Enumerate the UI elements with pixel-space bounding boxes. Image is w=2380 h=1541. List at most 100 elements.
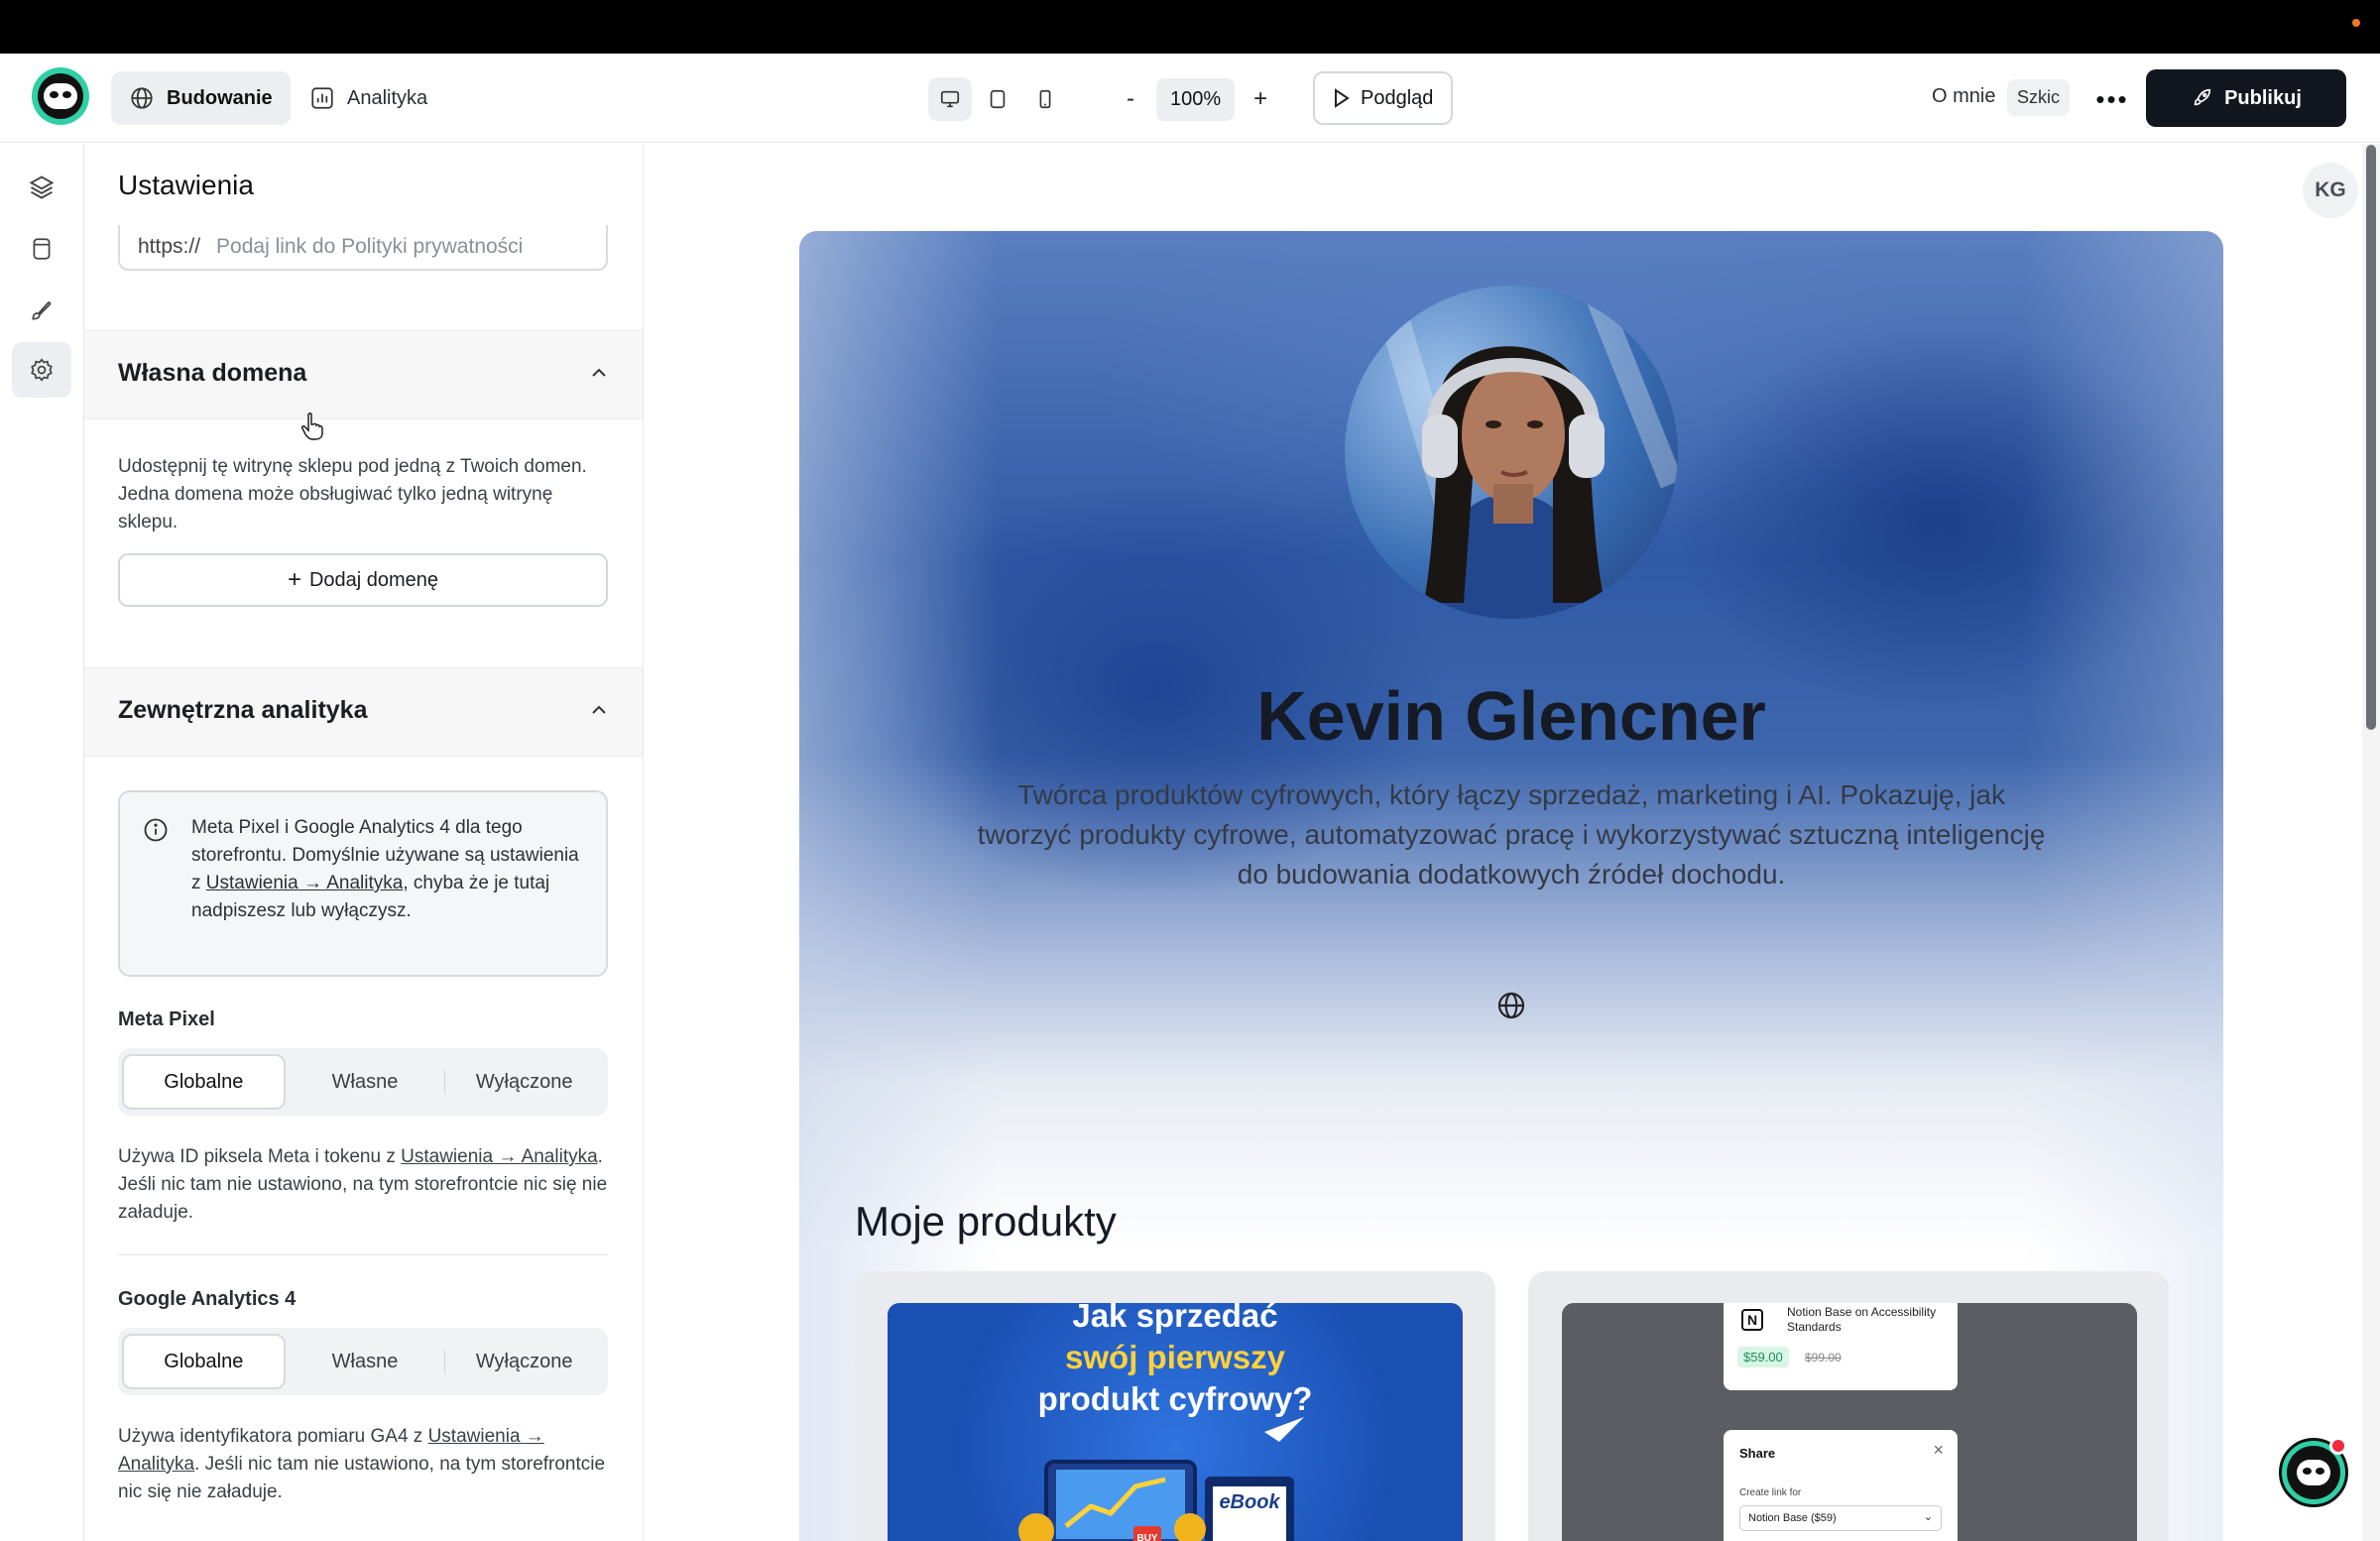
profile-name[interactable]: Kevin Glencner (799, 676, 2223, 756)
custom-domain-description: Udostępnij tę witrynę sklepu pod jedną z… (118, 456, 587, 533)
tablet-icon (990, 89, 1006, 109)
globe-icon (131, 87, 153, 109)
section-external-analytics-header[interactable]: Zewnętrzna analityka (84, 667, 643, 757)
preview-button[interactable]: Podgląd (1313, 71, 1454, 125)
rail-settings-button[interactable] (12, 342, 71, 398)
zoom-out-button[interactable]: - (1113, 77, 1148, 121)
chevron-up-icon (592, 368, 606, 377)
settings-panel: Ustawienia https:// Podaj link do Polity… (84, 144, 644, 1541)
chat-bot-icon (2297, 1460, 2330, 1485)
more-icon: ••• (2095, 83, 2129, 114)
analytics-info-text: Meta Pixel i Google Analytics 4 dla tego… (191, 814, 588, 925)
rail-database-button[interactable] (12, 221, 71, 277)
share-title: Share (1739, 1446, 1776, 1461)
app-header: Budowanie Analityka - 100% + Podgląd O m… (0, 54, 2380, 143)
gear-icon (31, 358, 53, 382)
meta-pixel-label: Meta Pixel (118, 1008, 215, 1030)
settings-analytics-link[interactable]: Ustawienia → Analityka (206, 873, 404, 893)
notion-old-price: $99.00 (1805, 1351, 1842, 1364)
zoom-in-button[interactable]: + (1243, 77, 1278, 121)
ebook-title-line: swój pierwszy (1065, 1339, 1285, 1375)
section-title: Własna domena (118, 359, 307, 387)
system-top-bar (0, 0, 2380, 54)
info-icon (144, 818, 168, 842)
notification-badge (2329, 1437, 2347, 1455)
ebook-badge: eBook (1219, 1491, 1280, 1513)
ga4-option-global[interactable]: Globalne (122, 1334, 286, 1389)
ebook-title-line: Jak sprzedać (1072, 1297, 1278, 1334)
app-logo[interactable] (32, 67, 89, 125)
products-heading[interactable]: Moje produkty (855, 1198, 1117, 1245)
mobile-view-button[interactable] (1023, 77, 1067, 121)
brush-icon (32, 301, 52, 320)
buy-badge: BUY (1136, 1533, 1157, 1541)
phone-icon (1039, 89, 1051, 109)
privacy-policy-url-field[interactable]: https:// Podaj link do Polityki prywatno… (118, 225, 608, 271)
meta-pixel-help: Używa ID piksela Meta i tokenu z Ustawie… (118, 1143, 608, 1227)
ga4-option-custom[interactable]: Własne (286, 1334, 445, 1389)
ga4-mode-toggle: Globalne Własne Wyłączone (118, 1328, 608, 1395)
notion-product-mock: N Notion Base on Accessibility Standards… (1724, 1303, 1958, 1390)
meta-pixel-mode-toggle: Globalne Własne Wyłączone (118, 1048, 608, 1116)
panel-title: Ustawienia (118, 170, 254, 200)
rocket-icon (2194, 88, 2211, 106)
divider (118, 1254, 608, 1255)
ebook-title: Jak sprzedać swój pierwszy produkt cyfro… (888, 1295, 1463, 1420)
tab-label: Analityka (347, 86, 428, 109)
chevron-down-icon: ⌄ (1923, 1511, 1933, 1523)
notion-logo-icon: N (1741, 1309, 1763, 1331)
page-name[interactable]: O mnie (1932, 85, 1995, 108)
support-chat-widget[interactable] (2279, 1437, 2348, 1507)
hand-cursor-icon (301, 413, 323, 440)
ga4-label: Google Analytics 4 (118, 1288, 297, 1310)
tab-budowanie[interactable]: Budowanie (111, 71, 291, 125)
share-dialog-mock: Share × Create link for Notion Base ($59… (1724, 1430, 1958, 1541)
settings-analytics-link[interactable]: Ustawienia → Analityka (401, 1146, 598, 1167)
logo-face-icon (44, 83, 77, 109)
ga4-help: Używa identyfikatora pomiaru GA4 z Ustaw… (118, 1423, 608, 1506)
help-text-part: Używa identyfikatora pomiaru GA4 z (118, 1426, 428, 1447)
share-select-value: Notion Base ($59) (1748, 1512, 1837, 1524)
more-options-button[interactable]: ••• (2090, 77, 2134, 121)
left-rail (0, 144, 84, 1541)
database-icon (33, 238, 51, 260)
status-badge: Szkic (2007, 79, 2071, 116)
notification-dot (2352, 19, 2360, 27)
ga4-option-off[interactable]: Wyłączone (444, 1334, 604, 1389)
rail-layers-button[interactable] (12, 160, 71, 215)
user-avatar[interactable]: KG (2303, 163, 2358, 218)
preview-label: Podgląd (1361, 86, 1434, 109)
notion-product-title: Notion Base on Accessibility Standards (1787, 1305, 1937, 1334)
website-link-icon[interactable] (1495, 990, 1527, 1021)
publish-button[interactable]: Publikuj (2146, 69, 2346, 127)
tablet-view-button[interactable] (976, 77, 1019, 121)
meta-pixel-option-off[interactable]: Wyłączone (444, 1054, 604, 1110)
layers-icon (29, 176, 55, 199)
section-title: Zewnętrzna analityka (118, 696, 368, 724)
url-placeholder: Podaj link do Polityki prywatności (216, 235, 524, 258)
analytics-info-box: Meta Pixel i Google Analytics 4 dla tego… (118, 790, 608, 977)
meta-pixel-option-custom[interactable]: Własne (286, 1054, 445, 1110)
close-icon: × (1933, 1440, 1944, 1460)
desktop-view-button[interactable] (928, 77, 972, 121)
add-domain-label: Dodaj domenę (308, 568, 439, 591)
add-domain-button[interactable]: + Dodaj domenę (118, 553, 608, 607)
section-custom-domain-header[interactable]: Własna domena (84, 330, 643, 419)
scrollbar-thumb[interactable] (2366, 145, 2376, 730)
zoom-value[interactable]: 100% (1156, 77, 1236, 121)
tab-label: Budowanie (167, 86, 273, 109)
share-subtitle: Create link for (1739, 1487, 1802, 1498)
profile-bio[interactable]: Twórca produktów cyfrowych, który łączy … (972, 775, 2051, 894)
portrait-illustration (1369, 286, 1678, 619)
zoom-control: - 100% + (1113, 77, 1278, 121)
rail-design-button[interactable] (12, 283, 71, 338)
notion-price: $59.00 (1737, 1347, 1789, 1367)
bar-chart-icon (311, 87, 333, 109)
plus-icon: + (287, 566, 301, 593)
tab-analityka[interactable]: Analityka (292, 71, 445, 125)
meta-pixel-option-global[interactable]: Globalne (122, 1054, 286, 1110)
product-image-notion: N Notion Base on Accessibility Standards… (1562, 1303, 2137, 1541)
profile-photo[interactable] (1345, 286, 1678, 619)
play-icon (1335, 88, 1350, 108)
ebook-title-line: produkt cyfrowy? (1037, 1380, 1313, 1417)
